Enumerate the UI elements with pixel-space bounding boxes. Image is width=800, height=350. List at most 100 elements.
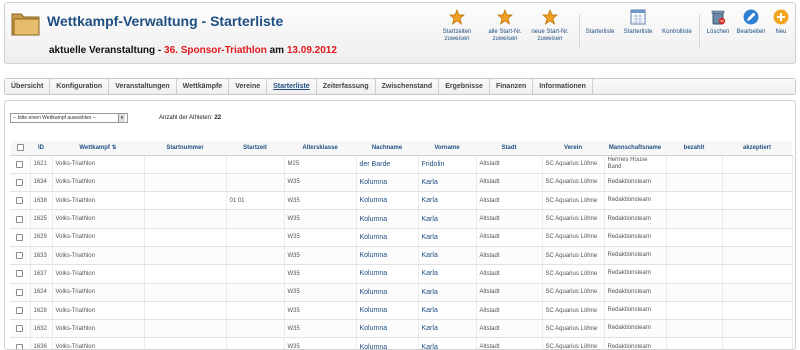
cell-nachname[interactable]: Kolumna [356,301,419,321]
cell-wettkampf: Volks-Triathlon [52,209,145,229]
cell-altersklasse: W35 [284,283,357,302]
table-row[interactable]: 1624 Volks-Triathlon W35 Kolumna Karla Altsta… [10,283,793,302]
cell-stadt: Altstadt [476,283,543,302]
delete-button[interactable]: Löschen [705,8,731,36]
cell-vorname[interactable]: Karla [418,319,477,339]
table-row[interactable]: 1632 Volks-Triathlon W35 Kolumna Karla Altsta… [10,319,793,339]
cell-startnummer [144,191,227,211]
row-checkbox[interactable] [16,160,24,168]
row-checkbox[interactable] [16,288,24,296]
cell-nachname[interactable]: Kolumna [356,337,419,349]
tab-veranstaltungen[interactable]: Veranstaltungen [109,79,177,94]
table-row[interactable]: 1634 Volks-Triathlon W35 Kolumna Karla Altsta… [10,173,793,193]
row-checkbox[interactable] [16,343,24,349]
cell-vorname[interactable]: Karla [418,283,477,302]
cell-mannschaftsname: Redaktionsteam [604,173,667,193]
col-altersklasse[interactable]: Altersklasse [284,141,356,156]
tab-konfiguration[interactable]: Konfiguration [50,79,110,94]
col-stadt[interactable]: Stadt [476,141,542,156]
cell-akzeptiert [722,337,793,349]
cell-vorname[interactable]: Karla [418,209,477,229]
assign-all-numbers-button[interactable]: alle Start-Nr. zuweisen [483,8,527,43]
cell-vorname[interactable]: Karla [418,173,477,193]
col-startzeit[interactable]: Startzeit [226,141,284,156]
starterliste-button-1[interactable]: Starterliste [583,8,617,36]
kontrolliste-button[interactable]: Kontrolliste [659,8,695,36]
col-nachname[interactable]: Nachname [356,141,418,156]
cell-id: 1624 [30,283,53,302]
cell-verein: SC Aquarius Löhne [542,301,605,321]
cell-nachname[interactable]: der Barde [356,155,419,174]
cell-mannschaftsname: Redaktionsteam [604,319,667,339]
table-row[interactable]: 1638 Volks-Triathlon 01:01 W35 Kolumna Karla A… [10,191,793,211]
col-akzeptiert[interactable]: akzeptiert [722,141,792,156]
cell-nachname[interactable]: Kolumna [356,246,419,266]
cell-bezahlt [666,319,723,339]
cell-vorname[interactable]: Karla [418,246,477,266]
cell-bezahlt [666,155,723,174]
row-checkbox[interactable] [16,252,24,260]
row-checkbox[interactable] [16,307,24,315]
row-checkbox[interactable] [16,233,24,241]
col-vorname[interactable]: Vorname [418,141,476,156]
cell-bezahlt [666,246,723,266]
assign-start-times-button[interactable]: Startzeiten zuweisen [435,8,479,43]
cell-nachname[interactable]: Kolumna [356,264,419,284]
filter-row: -- bitte einen Wettkampf auswählen -- ▾ [10,113,128,123]
cell-vorname[interactable]: Karla [418,191,477,211]
tab-zeiterfassung[interactable]: Zeiterfassung [317,79,376,94]
cell-vorname[interactable]: Karla [418,301,477,321]
cell-vorname[interactable]: Karla [418,337,477,349]
tab-starterliste[interactable]: Starterliste [267,79,317,94]
cell-id: 1625 [30,209,53,229]
tab-uebersicht[interactable]: Übersicht [5,79,51,94]
chevron-down-icon: ▾ [118,114,125,122]
row-checkbox[interactable] [16,325,24,333]
table-row[interactable]: 1636 Volks-Triathlon W35 Kolumna Karla Altsta… [10,337,793,349]
col-mannschaftsname[interactable]: Mannschaftsname [604,141,666,156]
col-id[interactable]: ID [30,141,52,156]
edit-button[interactable]: Bearbeiten [735,8,767,36]
cell-startzeit [226,283,285,302]
cell-mannschaftsname: Redaktionsteam [604,228,667,247]
select-all-checkbox[interactable] [16,144,24,152]
row-checkbox[interactable] [16,270,24,278]
col-bezahlt[interactable]: bezahlt [666,141,722,156]
cell-akzeptiert [722,301,793,321]
cell-nachname[interactable]: Kolumna [356,228,419,247]
cell-nachname[interactable]: Kolumna [356,283,419,302]
assign-new-numbers-button[interactable]: neue Start-Nr. zuweisen [527,8,573,43]
table-row[interactable]: 1633 Volks-Triathlon W35 Kolumna Karla Altsta… [10,246,793,266]
cell-nachname[interactable]: Kolumna [356,319,419,339]
tab-finanzen[interactable]: Finanzen [490,79,534,94]
table-row[interactable]: 1625 Volks-Triathlon W35 Kolumna Karla Altsta… [10,209,793,229]
cell-wettkampf: Volks-Triathlon [52,283,145,302]
col-wettkampf[interactable]: Wettkampf ⇅ [52,141,144,156]
new-button[interactable]: Neu [771,8,791,36]
tab-wettkaempfe[interactable]: Wettkämpfe [177,79,230,94]
starterliste-button-2[interactable]: Starterliste [619,8,657,36]
table-row[interactable]: 1637 Volks-Triathlon W35 Kolumna Karla Altsta… [10,264,793,284]
competition-select[interactable]: -- bitte einen Wettkampf auswählen -- ▾ [10,113,128,123]
row-checkbox[interactable] [16,215,24,223]
table-row[interactable]: 1621 Volks-Triathlon M25 der Barde Fridolin A… [10,155,793,174]
cell-vorname[interactable]: Karla [418,264,477,284]
cell-nachname[interactable]: Kolumna [356,209,419,229]
tab-zwischenstand[interactable]: Zwischenstand [376,79,440,94]
col-verein[interactable]: Verein [542,141,604,156]
row-checkbox-cell [10,191,31,211]
tab-vereine[interactable]: Vereine [229,79,268,94]
tab-informationen[interactable]: Informationen [533,79,593,94]
row-checkbox[interactable] [16,178,24,186]
tab-ergebnisse[interactable]: Ergebnisse [439,79,490,94]
table-row[interactable]: 1629 Volks-Triathlon W35 Kolumna Karla Altsta… [10,228,793,247]
cell-nachname[interactable]: Kolumna [356,191,419,211]
cell-nachname[interactable]: Kolumna [356,173,419,193]
cell-stadt: Altstadt [476,246,543,266]
cell-vorname[interactable]: Fridolin [418,155,477,174]
table-row[interactable]: 1628 Volks-Triathlon W35 Kolumna Karla Altsta… [10,301,793,321]
cell-altersklasse: W35 [284,301,357,321]
cell-vorname[interactable]: Karla [418,228,477,247]
col-startnummer[interactable]: Startnummer [144,141,226,156]
row-checkbox[interactable] [16,197,24,205]
